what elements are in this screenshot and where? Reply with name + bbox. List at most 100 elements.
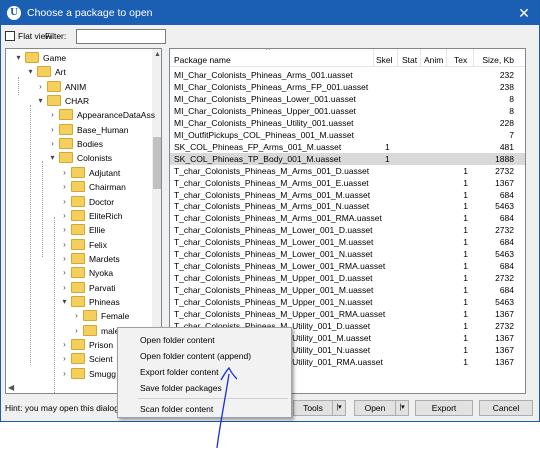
tools-dropdown-icon[interactable]: |▾ <box>332 400 346 416</box>
title-bar[interactable]: U Choose a package to open ✕ <box>1 1 539 25</box>
size-cell: 5463 <box>495 297 514 308</box>
expand-arrow-icon[interactable]: › <box>60 180 69 194</box>
scrollbar-thumb[interactable] <box>153 137 161 189</box>
size-cell: 8 <box>509 105 514 116</box>
table-row[interactable]: T_char_Colonists_Phineas_M_Arms_001_RMA.… <box>170 212 525 224</box>
size-cell: 1367 <box>495 177 514 188</box>
expand-arrow-icon[interactable]: › <box>60 238 69 252</box>
table-row[interactable]: T_char_Colonists_Phineas_M_Upper_001_N.u… <box>170 296 525 308</box>
expand-arrow-icon[interactable]: › <box>60 223 69 237</box>
expand-arrow-icon[interactable]: › <box>72 324 81 338</box>
folder-icon <box>71 166 85 178</box>
column-separator <box>446 49 447 67</box>
size-cell: 7 <box>509 129 514 140</box>
table-row[interactable]: MI_Char_Colonists_Phineas_Upper_001.uass… <box>170 105 525 117</box>
expand-arrow-icon[interactable]: › <box>60 252 69 266</box>
column-tex[interactable]: Tex <box>454 55 467 65</box>
table-row[interactable]: MI_OutfitPickups_COL_Phineas_001_M.uasse… <box>170 129 525 141</box>
column-anim[interactable]: Anim <box>424 55 443 65</box>
table-row[interactable]: T_char_Colonists_Phineas_M_Upper_001_RMA… <box>170 308 525 320</box>
tree-item-label: Mardets <box>89 253 120 264</box>
tree-guide-line <box>54 217 55 393</box>
scroll-left-icon[interactable]: ◀ <box>8 383 14 392</box>
package-name-cell: T_char_Colonists_Phineas_M_Arms_001_M.ua… <box>174 189 371 200</box>
tree-item-label: Ellie <box>89 225 106 236</box>
size-cell: 684 <box>499 189 514 200</box>
package-name-cell: SK_COL_Phineas_FP_Arms_001_M.uasset <box>174 141 342 152</box>
expand-arrow-icon[interactable]: › <box>36 80 45 94</box>
tree-item-label: Prison <box>89 340 114 350</box>
open-button[interactable]: Open <box>354 400 396 416</box>
table-row[interactable]: MI_Char_Colonists_Phineas_Arms_001.uasse… <box>170 69 525 81</box>
table-row[interactable]: T_char_Colonists_Phineas_M_Arms_001_M.ua… <box>170 189 525 201</box>
flat-view-checkbox[interactable] <box>5 31 15 41</box>
expand-arrow-icon[interactable]: › <box>60 338 69 352</box>
folder-icon <box>83 310 97 322</box>
package-name-cell: MI_Char_Colonists_Phineas_Utility_001.ua… <box>174 117 354 128</box>
expand-arrow-icon[interactable]: › <box>60 352 69 366</box>
tools-button[interactable]: Tools <box>293 400 333 416</box>
cancel-button[interactable]: Cancel <box>479 400 533 416</box>
sort-arrow-icon: ^ <box>266 48 270 55</box>
scroll-up-icon[interactable]: ▲ <box>152 51 161 58</box>
close-icon[interactable]: ✕ <box>515 4 533 22</box>
folder-icon <box>37 66 51 78</box>
expand-arrow-icon[interactable]: › <box>48 137 57 151</box>
expand-arrow-icon[interactable]: › <box>60 266 69 280</box>
collapse-arrow-icon[interactable]: ▾ <box>48 151 57 165</box>
table-row[interactable]: T_char_Colonists_Phineas_M_Lower_001_M.u… <box>170 236 525 248</box>
expand-arrow-icon[interactable]: › <box>60 281 69 295</box>
column-package-name[interactable]: Package name <box>174 55 231 65</box>
table-row[interactable]: MI_Char_Colonists_Phineas_Arms_FP_001.ua… <box>170 81 525 93</box>
expand-arrow-icon[interactable]: › <box>48 108 57 122</box>
folder-icon <box>71 224 85 236</box>
size-cell: 1367 <box>495 344 514 355</box>
tree-item-label: Scient <box>89 354 113 365</box>
table-row[interactable]: T_char_Colonists_Phineas_M_Lower_001_RMA… <box>170 260 525 272</box>
size-cell: 1367 <box>495 356 514 367</box>
table-row[interactable]: SK_COL_Phineas_TP_Body_001_M.uasset 1 1888 <box>170 152 525 165</box>
package-name-cell: T_char_Colonists_Phineas_M_Lower_001_N.u… <box>174 249 373 260</box>
collapse-arrow-icon[interactable]: ▾ <box>60 295 69 309</box>
expand-arrow-icon[interactable]: › <box>60 367 69 381</box>
expand-arrow-icon[interactable]: › <box>60 166 69 180</box>
tree-item-label: Smugg <box>89 368 116 379</box>
expand-arrow-icon[interactable]: › <box>60 209 69 223</box>
table-row[interactable]: T_char_Colonists_Phineas_M_Lower_001_N.u… <box>170 248 525 260</box>
table-row[interactable]: SK_COL_Phineas_FP_Arms_001_M.uasset 1 481 <box>170 141 525 153</box>
size-cell: 481 <box>499 141 514 152</box>
table-row[interactable]: T_char_Colonists_Phineas_M_Arms_001_D.ua… <box>170 165 525 177</box>
column-size[interactable]: Size, Kb <box>482 55 514 65</box>
column-skel[interactable]: Skel <box>376 55 393 65</box>
table-row[interactable]: MI_Char_Colonists_Phineas_Lower_001.uass… <box>170 93 525 105</box>
table-row[interactable]: T_char_Colonists_Phineas_M_Upper_001_D.u… <box>170 272 525 284</box>
folder-icon <box>71 238 85 250</box>
window-title: Choose a package to open <box>27 7 153 19</box>
tree-guide-line <box>18 77 19 95</box>
expand-arrow-icon[interactable]: › <box>48 123 57 137</box>
collapse-arrow-icon[interactable]: ▾ <box>26 65 35 79</box>
collapse-arrow-icon[interactable]: ▾ <box>14 51 23 65</box>
expand-arrow-icon[interactable]: › <box>60 195 69 209</box>
menu-item-open-folder-content[interactable]: Open folder content <box>140 334 215 346</box>
collapse-arrow-icon[interactable]: ▾ <box>36 94 45 108</box>
filter-input[interactable] <box>76 29 166 44</box>
package-name-cell: MI_Char_Colonists_Phineas_Lower_001.uass… <box>174 93 356 104</box>
tree-guide-line <box>42 161 43 257</box>
open-dropdown-icon[interactable]: |▾ <box>395 400 409 416</box>
tree-item-label: Colonists <box>77 153 112 164</box>
folder-icon <box>71 252 85 264</box>
table-row[interactable]: T_char_Colonists_Phineas_M_Arms_001_E.ua… <box>170 177 525 189</box>
expand-arrow-icon[interactable]: › <box>72 309 81 323</box>
package-name-cell: MI_Char_Colonists_Phineas_Arms_FP_001.ua… <box>174 81 369 92</box>
table-row[interactable]: MI_Char_Colonists_Phineas_Utility_001.ua… <box>170 117 525 129</box>
package-name-cell: T_char_Colonists_Phineas_M_Upper_001_N.u… <box>174 297 373 308</box>
export-button[interactable]: Export <box>415 400 473 416</box>
table-row[interactable]: T_char_Colonists_Phineas_M_Lower_001_D.u… <box>170 224 525 236</box>
size-cell: 2732 <box>495 320 514 331</box>
tree-item-label: Doctor <box>89 196 115 207</box>
table-row[interactable]: T_char_Colonists_Phineas_M_Upper_001_M.u… <box>170 284 525 296</box>
column-stat[interactable]: Stat <box>402 55 417 65</box>
tree-item-label: CHAR <box>65 96 90 107</box>
table-row[interactable]: T_char_Colonists_Phineas_M_Arms_001_N.ua… <box>170 200 525 212</box>
